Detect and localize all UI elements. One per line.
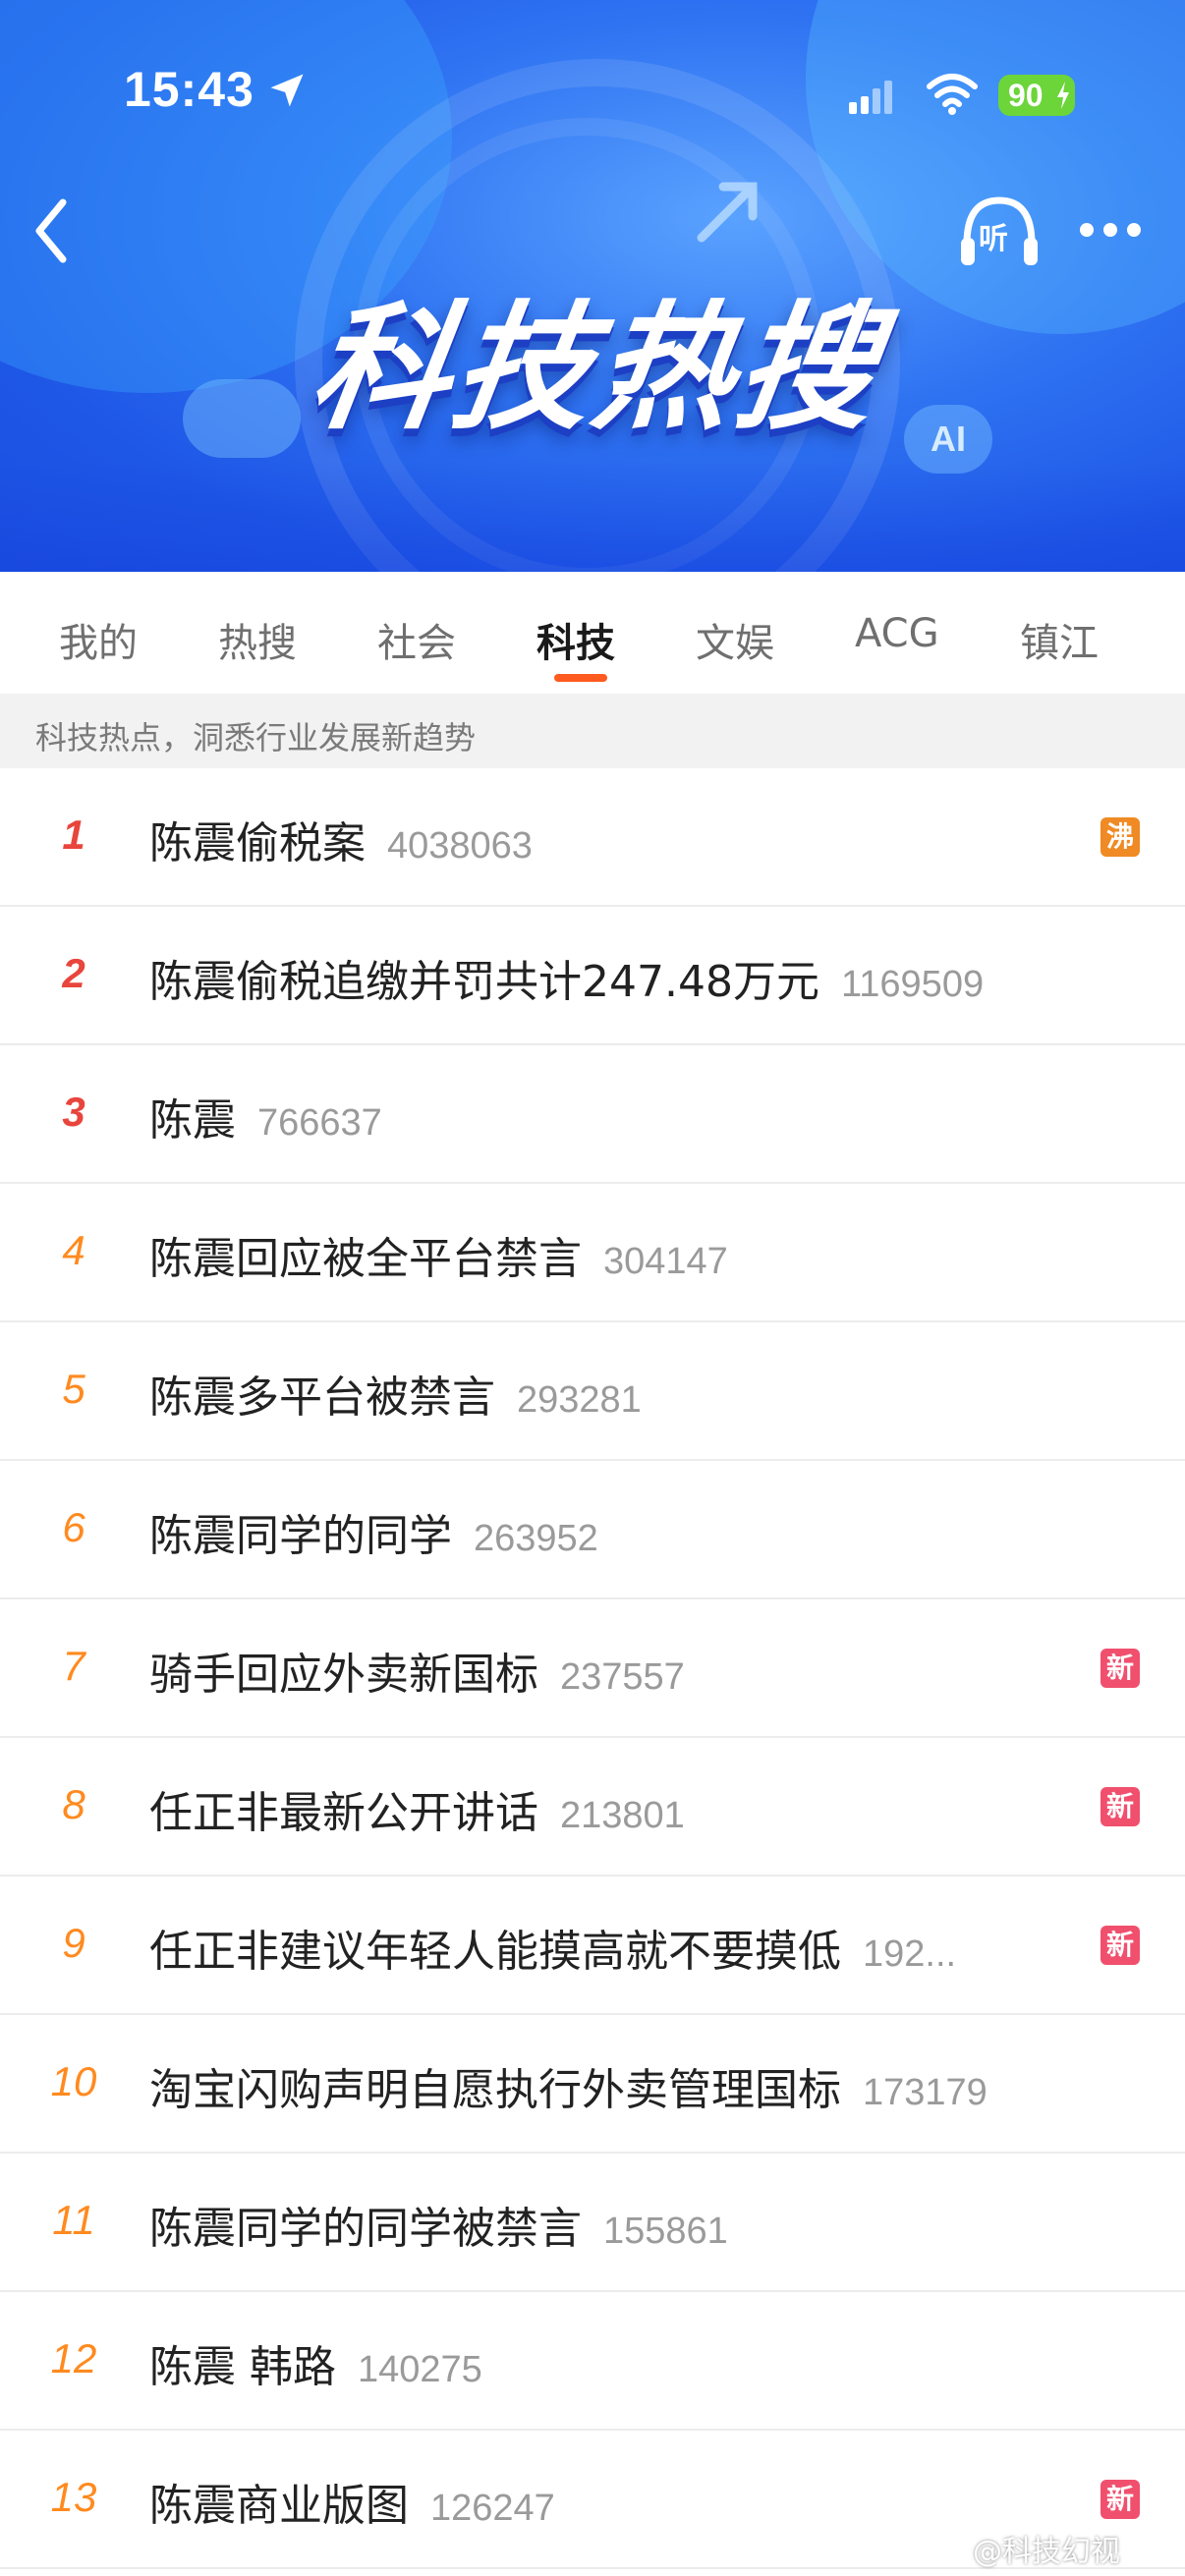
heat-count: 263952 [474,1518,598,1559]
rank-number: 6 [62,1504,85,1550]
topic-container: 任正非建议年轻人能摸高就不要摸低 192... [149,1916,956,1979]
topic-container: 陈震多平台被禁言 293281 [149,1362,642,1425]
heat-count: 4038063 [387,825,533,867]
rank-number: 7 [62,1643,85,1689]
topic-container: 骑手回应外卖新国标 237557 [149,1639,685,1702]
status-time: 15:43 [124,62,254,117]
topic-title[interactable]: 任正非最新公开讲话 [149,1788,538,1838]
hot-search-list: 1 陈震偷税案 4038063 沸 2 陈震偷税追缴并罚共计247.48万元 1169509… [0,768,1185,2569]
topic-container: 陈震回应被全平台禁言 304147 [149,1223,728,1286]
topic-title[interactable]: 陈震 韩路 [149,2342,336,2392]
topic-container: 陈震偷税追缴并罚共计247.48万元 1169509 [149,946,984,1009]
new-badge: 新 [1100,1787,1140,1826]
new-badge: 新 [1100,2480,1140,2519]
topic-title[interactable]: 陈震商业版图 [149,2481,409,2531]
topic-title[interactable]: 陈震同学的同学被禁言 [149,2204,582,2254]
rank-number: 1 [62,812,85,858]
section-subtitle: 科技热点，洞悉行业发展新趋势 [35,719,477,756]
heat-count: 213801 [560,1795,685,1836]
rank-number: 11 [52,2197,95,2243]
listen-label: 听 [979,222,1008,256]
heat-count: 304147 [603,1241,728,1282]
heat-count: 155861 [603,2211,728,2252]
topic-container: 淘宝闪购声明自愿执行外卖管理国标 173179 [149,2054,988,2117]
topic-title[interactable]: 任正非建议年轻人能摸高就不要摸低 [149,1927,841,1977]
charging-bolt-icon [1057,82,1069,109]
list-item[interactable]: 5 陈震多平台被禁言 293281 [0,1322,1185,1461]
section-subtitle-bar: 科技热点，洞悉行业发展新趋势 [0,694,1185,768]
topic-title[interactable]: 骑手回应外卖新国标 [149,1650,538,1700]
list-item[interactable]: 11 陈震同学的同学被禁言 155861 [0,2154,1185,2292]
tab-hot-search[interactable]: 热搜 [218,611,297,668]
tab-acg[interactable]: ACG [855,611,939,656]
rank-number: 3 [62,1089,85,1135]
heat-count: 766637 [257,1102,382,1144]
topic-title[interactable]: 陈震 [149,1095,236,1146]
rank-number: 10 [50,2058,97,2104]
rank-number: 13 [50,2474,97,2520]
topic-container: 任正非最新公开讲话 213801 [149,1777,685,1840]
list-item[interactable]: 3 陈震 766637 [0,1045,1185,1184]
topic-container: 陈震同学的同学 263952 [149,1500,598,1563]
topic-title[interactable]: 陈震回应被全平台禁言 [149,1234,582,1284]
heat-count: 293281 [517,1379,642,1421]
rank-number: 5 [62,1366,85,1412]
new-badge: 新 [1100,1649,1140,1688]
topic-title[interactable]: 陈震偷税案 [149,818,366,868]
active-tab-indicator [554,674,607,682]
list-item[interactable]: 12 陈震 韩路 140275 [0,2292,1185,2431]
topic-title[interactable]: 陈震同学的同学 [149,1511,452,1561]
heat-count: 192... [863,1933,957,1975]
list-item[interactable]: 4 陈震回应被全平台禁言 304147 [0,1184,1185,1322]
rank-number: 4 [62,1227,85,1273]
header-banner: 15:43 90 听 AI 科技热搜 [0,0,1185,572]
list-item[interactable]: 1 陈震偷税案 4038063 沸 [0,768,1185,907]
category-tabs: 我的 热搜 社会 科技 文娱 ACG 镇江 [0,572,1185,694]
list-item[interactable]: 9 任正非建议年轻人能摸高就不要摸低 192... 新 [0,1876,1185,2015]
watermark: @科技幻视 [973,2535,1120,2569]
page-title: 科技热搜 [301,289,890,449]
location-arrow-icon [270,74,304,107]
topic-title[interactable]: 陈震偷税追缴并罚共计247.48万元 [149,957,819,1007]
tab-tech[interactable]: 科技 [536,611,615,668]
rank-number: 9 [62,1920,85,1966]
battery-level: 90 [1008,78,1044,113]
list-item[interactable]: 10 淘宝闪购声明自愿执行外卖管理国标 173179 [0,2015,1185,2154]
topic-container: 陈震 韩路 140275 [149,2331,482,2394]
tab-zhenjiang[interactable]: 镇江 [1020,611,1099,668]
wifi-icon [927,74,978,115]
topic-container: 陈震偷税案 4038063 [149,808,533,870]
topic-title[interactable]: 淘宝闪购声明自愿执行外卖管理国标 [149,2065,841,2115]
trend-arrow-icon [697,182,758,243]
list-item[interactable]: 6 陈震同学的同学 263952 [0,1461,1185,1599]
more-options-icon[interactable] [1077,218,1144,242]
tab-entertainment[interactable]: 文娱 [696,611,774,668]
rank-number: 12 [50,2335,97,2381]
topic-container: 陈震商业版图 126247 [149,2470,555,2533]
heat-count: 140275 [358,2349,482,2390]
topic-container: 陈震 766637 [149,1085,382,1148]
heat-count: 126247 [430,2488,555,2529]
hot-badge: 沸 [1100,817,1140,857]
battery-indicator: 90 [998,75,1075,116]
heat-count: 173179 [863,2072,988,2113]
banner-shade [0,462,1185,572]
list-item[interactable]: 2 陈震偷税追缴并罚共计247.48万元 1169509 [0,907,1185,1045]
rank-number: 8 [62,1781,85,1827]
heat-count: 1169509 [840,964,985,1005]
tab-society[interactable]: 社会 [377,611,456,668]
heat-count: 237557 [560,1656,685,1698]
back-chevron-icon[interactable] [29,196,73,265]
rank-number: 2 [62,950,85,996]
list-item[interactable]: 8 任正非最新公开讲话 213801 新 [0,1738,1185,1876]
tab-mine[interactable]: 我的 [59,611,138,668]
list-item[interactable]: 7 骑手回应外卖新国标 237557 新 [0,1599,1185,1738]
new-badge: 新 [1100,1926,1140,1965]
topic-title[interactable]: 陈震多平台被禁言 [149,1372,495,1423]
cellular-signal-icon [849,81,892,114]
topic-container: 陈震同学的同学被禁言 155861 [149,2193,728,2256]
